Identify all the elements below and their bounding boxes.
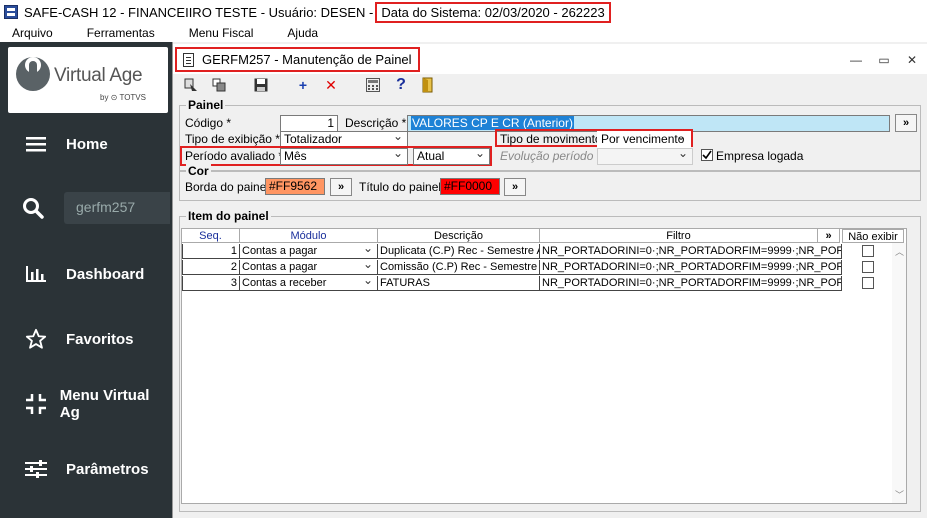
- grid-scrollbar[interactable]: ︿ ﹀: [892, 243, 906, 503]
- table-row[interactable]: 1: [182, 244, 240, 259]
- row-nao-exibir-checkbox[interactable]: [862, 261, 874, 273]
- row-descricao[interactable]: Comissão (C.P) Rec - Semestre A: [378, 260, 540, 275]
- borda-more-button[interactable]: »: [330, 178, 352, 196]
- search-icon[interactable]: [22, 197, 44, 219]
- sidebar-item-menu-virtual[interactable]: Menu Virtual Ag: [0, 384, 172, 424]
- descricao-more-button[interactable]: »: [895, 114, 917, 132]
- menu-bar: Arquivo Ferramentas Menu Fiscal Ajuda: [0, 24, 927, 42]
- evolucao-select: [597, 148, 693, 165]
- empresa-logada-label: Empresa logada: [716, 149, 804, 163]
- logo-text: Virtual Age: [54, 65, 143, 86]
- document-icon: [183, 52, 194, 67]
- descricao-label: Descrição *: [345, 116, 407, 130]
- app-title: SAFE-CASH 12 - FINANCEIIRO TESTE - Usuár…: [24, 4, 374, 20]
- collapse-icon: [22, 392, 50, 416]
- save-icon[interactable]: [251, 76, 271, 94]
- row-modulo-select[interactable]: Contas a receber: [240, 276, 378, 291]
- menu-ajuda[interactable]: Ajuda: [287, 26, 318, 40]
- row-nao-exibir-checkbox[interactable]: [862, 277, 874, 289]
- col-seq[interactable]: Seq.: [182, 229, 240, 243]
- sliders-icon: [22, 457, 50, 481]
- row-modulo-select[interactable]: Contas a pagar: [240, 260, 378, 275]
- app-icon: [4, 5, 18, 19]
- toolbar: + ✕ ?: [173, 74, 927, 96]
- items-grid[interactable]: Seq. Módulo Descrição Filtro » Não exibi…: [181, 228, 907, 504]
- sidebar-search-input[interactable]: gerfm257: [64, 192, 170, 224]
- codigo-field[interactable]: 1: [280, 115, 338, 132]
- star-icon: [22, 327, 50, 351]
- table-row[interactable]: 3: [182, 276, 240, 291]
- col-nao-exibir[interactable]: Não exibir: [842, 229, 904, 243]
- titulo-more-button[interactable]: »: [504, 178, 526, 196]
- codigo-label: Código *: [185, 116, 232, 130]
- logo: Virtual Age by ⊙ TOTVS: [8, 47, 168, 113]
- descricao-value: VALORES CP E CR (Anterior): [411, 116, 574, 130]
- sidebar: Virtual Age by ⊙ TOTVS Home gerfm257 Das…: [0, 42, 172, 518]
- logo-mark-icon: [16, 57, 50, 91]
- painel-group-label: Painel: [186, 98, 226, 112]
- row-filtro[interactable]: NR_PORTADORINI=0·;NR_PORTADORFIM=9999·;N…: [540, 276, 842, 291]
- itens-group-label: Item do painel: [186, 209, 271, 223]
- minimize-button[interactable]: —: [843, 52, 869, 68]
- form-title-text: GERFM257 - Manutenção de Painel: [202, 52, 412, 67]
- cor-group-label: Cor: [186, 164, 211, 178]
- help-icon[interactable]: ?: [391, 76, 411, 94]
- tipo-exibicao-label: Tipo de exibição *: [185, 132, 280, 146]
- menu-arquivo[interactable]: Arquivo: [12, 26, 53, 40]
- sidebar-item-label: Menu Virtual Ag: [59, 387, 150, 421]
- periodo-select[interactable]: Mês: [280, 148, 408, 165]
- sidebar-item-favoritos[interactable]: Favoritos: [0, 319, 172, 359]
- row-modulo-select[interactable]: Contas a pagar: [240, 244, 378, 259]
- col-filtro[interactable]: Filtro: [540, 229, 818, 243]
- form-header: GERFM257 - Manutenção de Painel — ▭ ✕: [173, 44, 927, 74]
- logo-sub: by ⊙ TOTVS: [100, 93, 146, 102]
- title-bar: SAFE-CASH 12 - FINANCEIIRO TESTE - Usuár…: [0, 0, 927, 24]
- borda-label: Borda do painel: [185, 180, 270, 194]
- bar-chart-icon: [22, 262, 50, 286]
- sidebar-item-parametros[interactable]: Parâmetros: [0, 449, 172, 489]
- row-filtro[interactable]: NR_PORTADORINI=0·;NR_PORTADORFIM=9999·;N…: [540, 244, 842, 259]
- tipo-movimento-label: Tipo de movimento: [500, 132, 602, 146]
- delete-icon[interactable]: ✕: [321, 76, 341, 94]
- evolucao-label: Evolução período *: [500, 149, 602, 163]
- exit-icon[interactable]: [419, 76, 439, 94]
- calculator-icon[interactable]: [363, 76, 383, 94]
- menu-ferramentas[interactable]: Ferramentas: [87, 26, 155, 40]
- periodo-ref-select[interactable]: Atual: [413, 148, 490, 165]
- col-modulo[interactable]: Módulo: [240, 229, 378, 243]
- titulo-label: Título do painel: [359, 180, 442, 194]
- col-more-button[interactable]: »: [818, 229, 840, 243]
- sidebar-item-label: Favoritos: [66, 330, 134, 348]
- borda-color-field[interactable]: #FF9562: [265, 178, 325, 195]
- titulo-color-field[interactable]: #FF0000: [440, 178, 500, 195]
- copy-icon[interactable]: [209, 76, 229, 94]
- periodo-label: Período avaliado *: [185, 149, 284, 163]
- system-date: Data do Sistema: 02/03/2020 - 262223: [375, 1, 611, 23]
- row-descricao[interactable]: FATURAS: [378, 276, 540, 291]
- sidebar-item-dashboard[interactable]: Dashboard: [0, 254, 172, 294]
- tipo-movimento-select[interactable]: Por vencimento: [597, 131, 691, 148]
- restore-button[interactable]: ▭: [871, 52, 897, 68]
- row-descricao[interactable]: Duplicata (C.P) Rec - Semestre A: [378, 244, 540, 259]
- form-title: GERFM257 - Manutenção de Painel: [175, 47, 420, 72]
- form-window: GERFM257 - Manutenção de Painel — ▭ ✕ + …: [172, 42, 927, 518]
- menu-fiscal[interactable]: Menu Fiscal: [189, 26, 254, 40]
- row-filtro[interactable]: NR_PORTADORINI=0·;NR_PORTADORFIM=9999·;N…: [540, 260, 842, 275]
- empresa-logada-checkbox[interactable]: [701, 149, 713, 161]
- add-icon[interactable]: +: [293, 76, 313, 94]
- close-button[interactable]: ✕: [899, 52, 925, 68]
- row-nao-exibir-checkbox[interactable]: [862, 245, 874, 257]
- sidebar-item-label: Parâmetros: [66, 460, 149, 478]
- sidebar-item-label: Dashboard: [66, 265, 145, 283]
- back-icon[interactable]: [181, 76, 201, 94]
- sidebar-item-home[interactable]: Home: [0, 124, 172, 164]
- scroll-down-icon[interactable]: ﹀: [895, 488, 904, 501]
- col-descricao[interactable]: Descrição: [378, 229, 540, 243]
- table-row[interactable]: 2: [182, 260, 240, 275]
- scroll-up-icon[interactable]: ︿: [895, 245, 904, 258]
- sidebar-item-label: Home: [66, 135, 108, 153]
- hamburger-icon: [22, 132, 50, 156]
